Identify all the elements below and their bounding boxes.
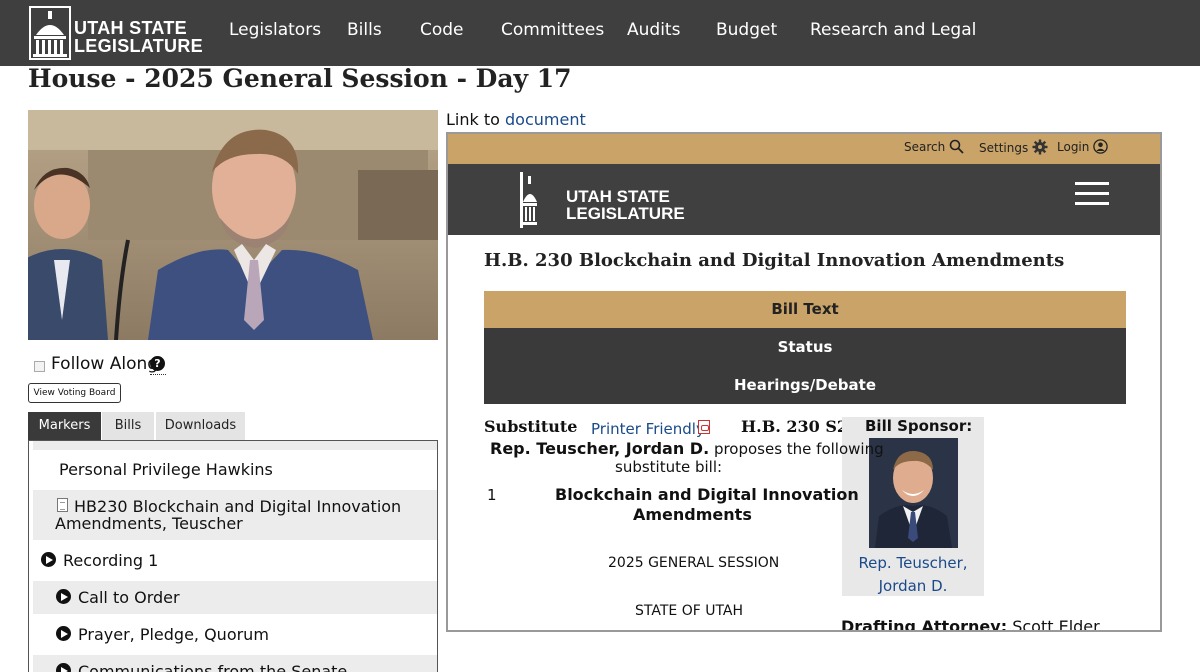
nav-budget[interactable]: Budget	[716, 20, 777, 40]
marker-personal-privilege[interactable]: Personal Privilege Hawkins	[59, 461, 273, 478]
marker-recording-1[interactable]: Recording 1	[63, 552, 158, 569]
follow-along-checkbox[interactable]	[34, 360, 45, 372]
logo-text: UTAH STATE LEGISLATURE	[74, 19, 203, 55]
bill-short-title-line-2: Amendments	[633, 505, 752, 524]
marker-hb230-line2[interactable]: Amendments, Teuscher	[55, 515, 243, 532]
follow-along-control[interactable]: Follow Along	[34, 354, 158, 374]
session-label: 2025 GENERAL SESSION	[608, 555, 780, 571]
embedded-logo-line-1: UTAH STATE	[566, 187, 670, 206]
nav-code[interactable]: Code	[420, 20, 464, 40]
page-title: House - 2025 General Session - Day 17	[28, 64, 572, 93]
gear-icon	[1032, 139, 1048, 155]
nav-committees[interactable]: Committees	[501, 20, 604, 40]
bill-code: H.B. 230 S2	[741, 417, 849, 436]
document-icon	[57, 498, 68, 512]
help-underline	[150, 374, 166, 375]
bill-text-bar[interactable]: Bill Text	[484, 291, 1126, 328]
capitol-dome-icon	[29, 6, 71, 60]
embedded-bill-page: Search Settings Login UTAH STATE LEGISLA…	[446, 132, 1162, 632]
play-icon[interactable]	[56, 663, 71, 672]
substitute-label: Substitute	[484, 417, 578, 436]
video-player[interactable]	[28, 110, 438, 340]
search-icon	[949, 139, 964, 154]
line-number: 1	[487, 486, 497, 504]
link-prefix: Link to	[446, 110, 500, 129]
embedded-logo-text: UTAH STATE LEGISLATURE	[566, 188, 685, 222]
play-icon[interactable]	[41, 552, 56, 567]
site-logo[interactable]: UTAH STATE LEGISLATURE	[28, 3, 203, 61]
utility-bar	[448, 134, 1160, 164]
marker-communications-senate[interactable]: Communications from the Senate	[78, 663, 347, 672]
settings-link[interactable]: Settings	[979, 139, 1048, 155]
help-icon[interactable]: ?	[150, 356, 165, 371]
login-label: Login	[1057, 140, 1090, 154]
drafting-attorney-label: Drafting Attorney:	[841, 617, 1008, 632]
sponsor-name-line-1[interactable]: Rep. Teuscher,	[842, 552, 984, 575]
proposer-text-2: substitute bill:	[615, 458, 723, 476]
nav-legislators[interactable]: Legislators	[229, 20, 321, 40]
marker-hb230-line1[interactable]: HB230 Blockchain and Digital Innovation	[74, 498, 401, 515]
hearings-debate-bar[interactable]: Hearings/Debate	[484, 366, 1126, 404]
bill-title: H.B. 230 Blockchain and Digital Innovati…	[484, 250, 1065, 271]
nav-bills[interactable]: Bills	[347, 20, 382, 40]
logo-line-2: LEGISLATURE	[74, 36, 203, 56]
proposer-text-1: proposes the following	[713, 440, 884, 458]
search-label: Search	[904, 140, 946, 154]
nav-research-and-legal[interactable]: Research and Legal	[810, 20, 976, 40]
sponsor-name-line-2[interactable]: Jordan D.	[842, 575, 984, 598]
proposer-name: Rep. Teuscher, Jordan D.	[490, 439, 710, 458]
proposer-line-1: Rep. Teuscher, Jordan D. proposes the fo…	[490, 439, 884, 459]
video-frame	[28, 110, 438, 340]
marker-call-to-order[interactable]: Call to Order	[78, 589, 180, 606]
top-navigation-bar: UTAH STATE LEGISLATURE Legislators Bills…	[0, 0, 1200, 66]
bill-short-title-line-1: Blockchain and Digital Innovation	[555, 485, 859, 504]
nav-audits[interactable]: Audits	[627, 20, 680, 40]
logo-line-1: UTAH STATE	[74, 18, 187, 38]
search-link[interactable]: Search	[904, 139, 964, 154]
list-item-divider	[33, 441, 437, 450]
state-label: STATE OF UTAH	[635, 603, 744, 619]
status-bar[interactable]: Status	[484, 328, 1126, 366]
sponsor-name-link[interactable]: Rep. Teuscher, Jordan D.	[842, 552, 984, 598]
document-link-line: Link to document	[446, 110, 586, 129]
markers-list: Personal Privilege Hawkins HB230 Blockch…	[28, 440, 438, 672]
marker-prayer-pledge-quorum[interactable]: Prayer, Pledge, Quorum	[78, 626, 269, 643]
bill-sponsor-label: Bill Sponsor:	[865, 417, 973, 435]
capitol-dome-icon	[520, 172, 537, 228]
printer-friendly-link[interactable]: Printer Friendly	[591, 420, 705, 438]
user-icon	[1093, 139, 1108, 154]
drafting-attorney: Drafting Attorney: Scott Elder	[841, 617, 1100, 632]
follow-along-label: Follow Along	[51, 354, 159, 374]
tab-markers[interactable]: Markers	[28, 412, 101, 440]
settings-label: Settings	[979, 141, 1029, 155]
embedded-site-header	[448, 164, 1160, 235]
hamburger-menu-icon[interactable]	[1075, 182, 1109, 206]
view-voting-board-button[interactable]: View Voting Board	[28, 383, 121, 403]
document-link[interactable]: document	[505, 110, 586, 129]
tab-downloads[interactable]: Downloads	[156, 412, 245, 440]
login-link[interactable]: Login	[1057, 139, 1108, 154]
tab-bills[interactable]: Bills	[102, 412, 154, 440]
embedded-logo-line-2: LEGISLATURE	[566, 204, 685, 223]
play-icon[interactable]	[56, 589, 71, 604]
pdf-icon[interactable]	[698, 420, 710, 434]
play-icon[interactable]	[56, 626, 71, 641]
drafting-attorney-name: Scott Elder	[1012, 617, 1100, 632]
